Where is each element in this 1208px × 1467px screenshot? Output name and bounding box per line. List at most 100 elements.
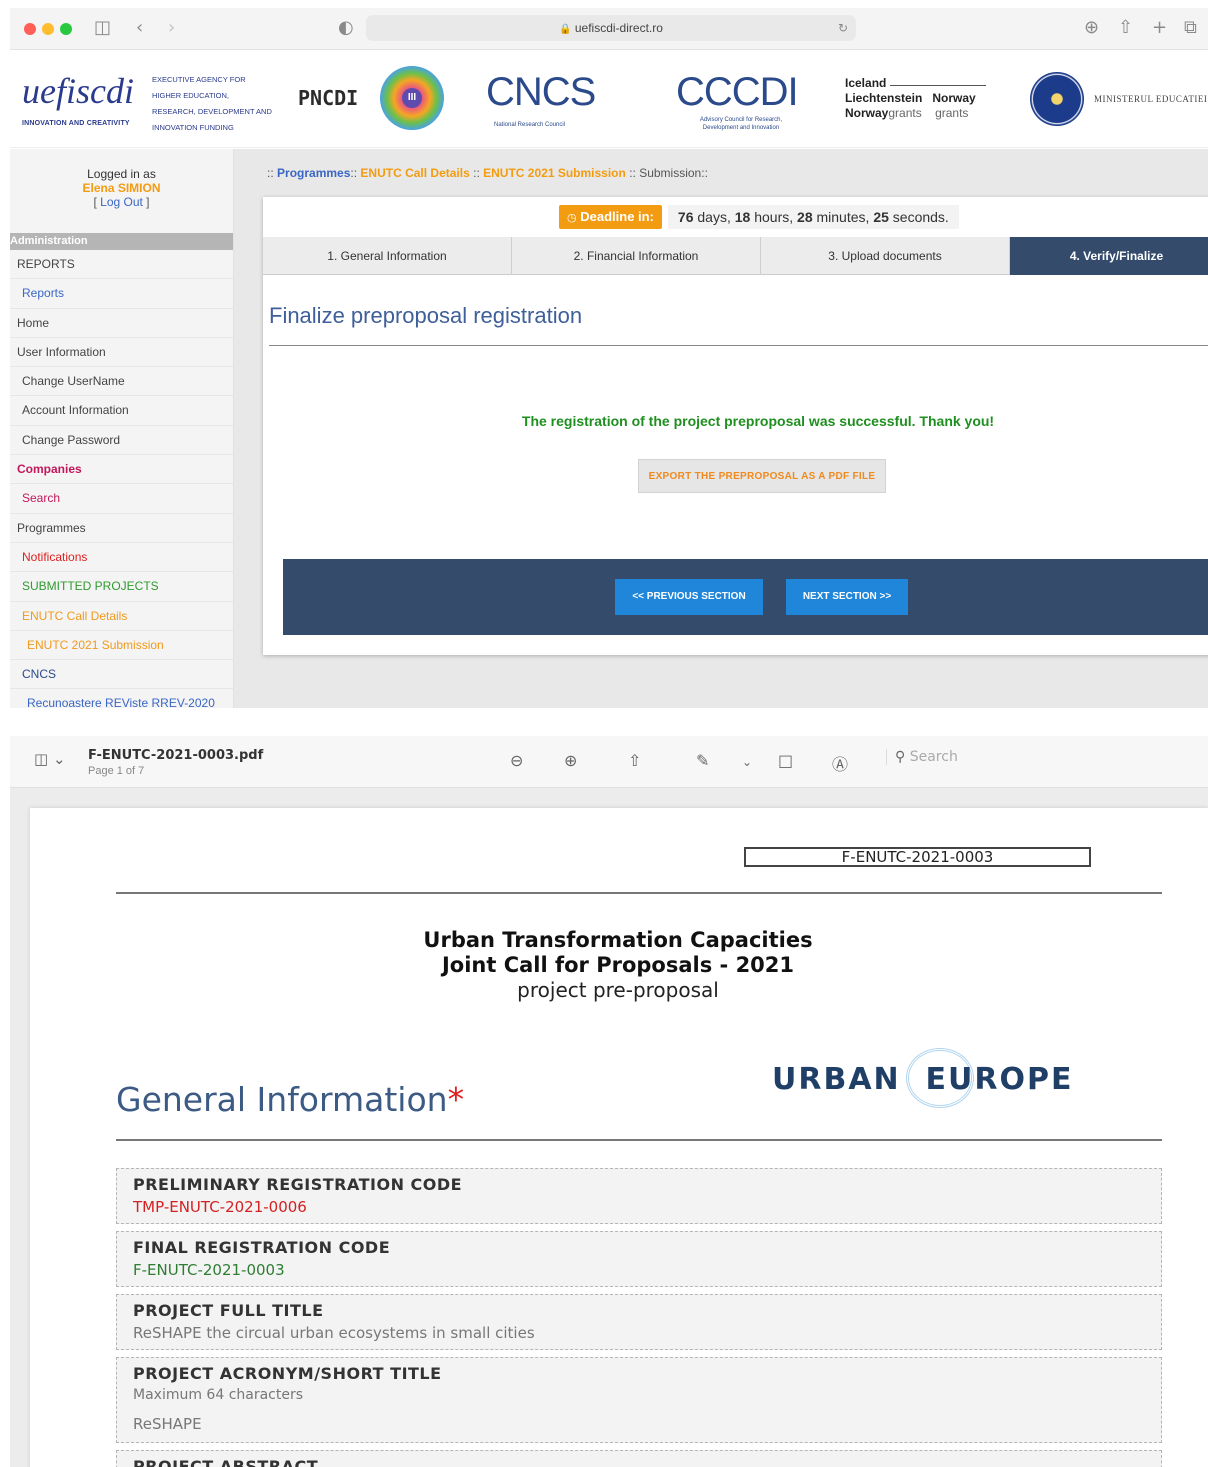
logged-in-user: Elena SIMION <box>82 181 161 195</box>
grants-norway-2: Norway <box>845 106 889 120</box>
document-title-line1: Urban Transformation Capacities <box>423 928 813 952</box>
sidebar-item-submitted-projects[interactable]: SUBMITTED PROJECTS <box>10 572 233 602</box>
urban-logo-left: URBAN <box>772 1062 901 1097</box>
url-text: uefiscdi-direct.ro <box>574 21 663 35</box>
cncs-subtitle: National Research Council <box>494 122 566 128</box>
urban-logo-right: EUROPE <box>925 1062 1074 1097</box>
cncs-logo[interactable]: CNCS <box>486 70 596 115</box>
grants-liechtenstein: Liechtenstein <box>845 91 923 105</box>
window-controls <box>24 22 78 40</box>
sidebar-item-change-username[interactable]: Change UserName <box>10 367 233 397</box>
breadcrumb-separator: :: <box>701 166 708 180</box>
deadline-countdown: ◷ Deadline in: 76 days, 18 hours, 28 minu… <box>559 205 959 229</box>
deadline-minutes: 28 <box>797 209 813 225</box>
field-hint: Maximum 64 characters <box>133 1387 304 1403</box>
deadline-minutes-unit: minutes, <box>816 209 870 225</box>
reload-icon[interactable]: ↻ <box>838 15 848 41</box>
sidebar-toggle-icon[interactable]: ◫ <box>94 17 111 38</box>
field-value: TMP-ENUTC-2021-0006 <box>133 1198 307 1216</box>
deadline-seconds-unit: seconds. <box>892 209 949 225</box>
share-icon[interactable]: ⇧ <box>1118 17 1133 38</box>
pdf-viewer-window: ◫ ⌄ F-ENUTC-2021-0003.pdf Page 1 of 7 ⊖ … <box>10 736 1208 1467</box>
main-content: :: Programmes:: ENUTC Call Details :: EN… <box>234 149 1208 708</box>
grants-norway: Norway <box>932 91 976 105</box>
sidebar-item-search[interactable]: Search <box>10 484 233 514</box>
sidebar-item-programmes[interactable]: Programmes <box>10 514 233 543</box>
search-icon: ⚲ <box>895 749 906 765</box>
annotate-icon[interactable]: Ⓐ <box>832 751 848 775</box>
sidebar-item-enutc-2021-submission[interactable]: ENUTC 2021 Submission <box>10 631 233 661</box>
deadline-time: 76 days, 18 hours, 28 minutes, 25 second… <box>667 205 959 229</box>
breadcrumb-programmes[interactable]: Programmes <box>277 166 350 180</box>
breadcrumb-enutc-call-details[interactable]: ENUTC Call Details <box>360 166 469 180</box>
tab-financial-information[interactable]: 2. Financial Information <box>512 237 761 275</box>
sidebar-item-enutc-call-details[interactable]: ENUTC Call Details <box>10 602 233 631</box>
sidebar-item-user-information[interactable]: User Information <box>10 338 233 368</box>
close-window-button[interactable] <box>24 23 36 35</box>
eea-norway-grants-logo[interactable]: Iceland Liechtenstein Norway Norwaygrant… <box>845 76 976 121</box>
rotate-icon[interactable]: □ <box>778 751 793 770</box>
deadline-days-unit: days, <box>697 209 731 225</box>
previous-section-button[interactable]: << PREVIOUS SECTION <box>615 579 763 615</box>
sidebar-item-notifications[interactable]: Notifications <box>10 543 233 573</box>
field-value: ReSHAPE the circual urban ecosystems in … <box>133 1324 535 1342</box>
registration-code-box: F-ENUTC-2021-0003 <box>744 847 1091 867</box>
share-icon[interactable]: ⇧ <box>628 751 641 770</box>
download-icon[interactable]: ⊕ <box>1084 17 1099 38</box>
uefiscdi-logo[interactable]: uefiscdi <box>22 70 134 112</box>
field-project-title: PROJECT FULL TITLE ReSHAPE the circual u… <box>116 1294 1162 1350</box>
sidebar-item-reports[interactable]: Reports <box>10 279 233 309</box>
grants-iceland: Iceland <box>845 76 887 90</box>
back-arrow-icon[interactable]: ‹ <box>136 17 143 38</box>
logout-link[interactable]: Log Out <box>100 195 143 209</box>
deadline-seconds: 25 <box>873 209 889 225</box>
ministry-name[interactable]: MINISTERUL EDUCATIEI <box>1094 94 1207 104</box>
title-divider <box>269 345 1208 346</box>
maximize-window-button[interactable] <box>60 23 72 35</box>
sidebar-item-companies[interactable]: Companies <box>10 455 233 485</box>
tab-upload-documents[interactable]: 3. Upload documents <box>761 237 1010 275</box>
sidebar-item-recunoastere-reviste[interactable]: Recunoastere REViste RREV-2020 <box>10 689 233 708</box>
sidebar-item-home[interactable]: Home <box>10 309 233 338</box>
required-star: * <box>447 1080 465 1119</box>
pdf-search-field[interactable]: ⚲ Search <box>886 749 958 765</box>
sidebar-item-account-information[interactable]: Account Information <box>10 396 233 426</box>
sidebar-toggle-icon[interactable]: ◫ ⌄ <box>34 750 66 768</box>
cccdi-logo[interactable]: CCCDI <box>676 70 799 115</box>
breadcrumb: :: Programmes:: ENUTC Call Details :: EN… <box>267 166 708 180</box>
tab-general-information[interactable]: 1. General Information <box>263 237 512 275</box>
field-project-acronym: PROJECT ACRONYM/SHORT TITLE Maximum 64 c… <box>116 1357 1162 1443</box>
sidebar-item-cncs[interactable]: CNCS <box>10 660 233 690</box>
export-pdf-button[interactable]: EXPORT THE PREPROPOSAL AS A PDF FILE <box>638 459 886 493</box>
tab-overview-icon[interactable]: ⧉ <box>1184 17 1197 38</box>
sidebar-item-change-password[interactable]: Change Password <box>10 426 233 456</box>
document-subtitle: project pre-proposal <box>517 978 719 1002</box>
field-preliminary-code: PRELIMINARY REGISTRATION CODE TMP-ENUTC-… <box>116 1168 1162 1224</box>
address-bar[interactable]: 🔒 uefiscdi-direct.ro ↻ <box>366 15 856 41</box>
chevron-down-icon[interactable]: ⌄ <box>742 755 752 769</box>
minimize-window-button[interactable] <box>42 23 54 35</box>
next-section-button[interactable]: NEXT SECTION >> <box>786 579 908 615</box>
search-placeholder: Search <box>909 749 958 765</box>
breadcrumb-enutc-2021-submission[interactable]: ENUTC 2021 Submission <box>483 166 626 180</box>
forward-arrow-icon[interactable]: › <box>168 17 175 38</box>
new-tab-icon[interactable]: + <box>1152 17 1167 38</box>
pncdi-flower-icon: III <box>380 66 444 130</box>
field-label: PROJECT ACRONYM/SHORT TITLE <box>133 1364 442 1383</box>
pncdi-logo[interactable]: PNCDI <box>298 86 358 110</box>
pdf-page-info: Page 1 of 7 <box>88 765 145 777</box>
markup-pen-icon[interactable]: ✎ <box>696 751 709 770</box>
zoom-in-icon[interactable]: ⊕ <box>564 751 577 770</box>
field-label: PRELIMINARY REGISTRATION CODE <box>133 1175 463 1194</box>
page-title: Finalize preproposal registration <box>269 303 583 328</box>
document-title-line2: Joint Call for Proposals - 2021 <box>441 953 795 977</box>
pncdi-number: III <box>402 88 422 108</box>
zoom-out-icon[interactable]: ⊖ <box>510 751 523 770</box>
privacy-shield-icon[interactable]: ◐ <box>338 17 354 38</box>
cccdi-subtitle: Advisory Council for Research, Developme… <box>699 117 783 131</box>
tab-verify-finalize[interactable]: 4. Verify/Finalize <box>1010 237 1208 275</box>
deadline-hours: 18 <box>734 209 751 225</box>
breadcrumb-separator: :: <box>267 166 274 180</box>
field-label: PROJECT FULL TITLE <box>133 1301 324 1320</box>
field-final-code: FINAL REGISTRATION CODE F-ENUTC-2021-000… <box>116 1231 1162 1287</box>
